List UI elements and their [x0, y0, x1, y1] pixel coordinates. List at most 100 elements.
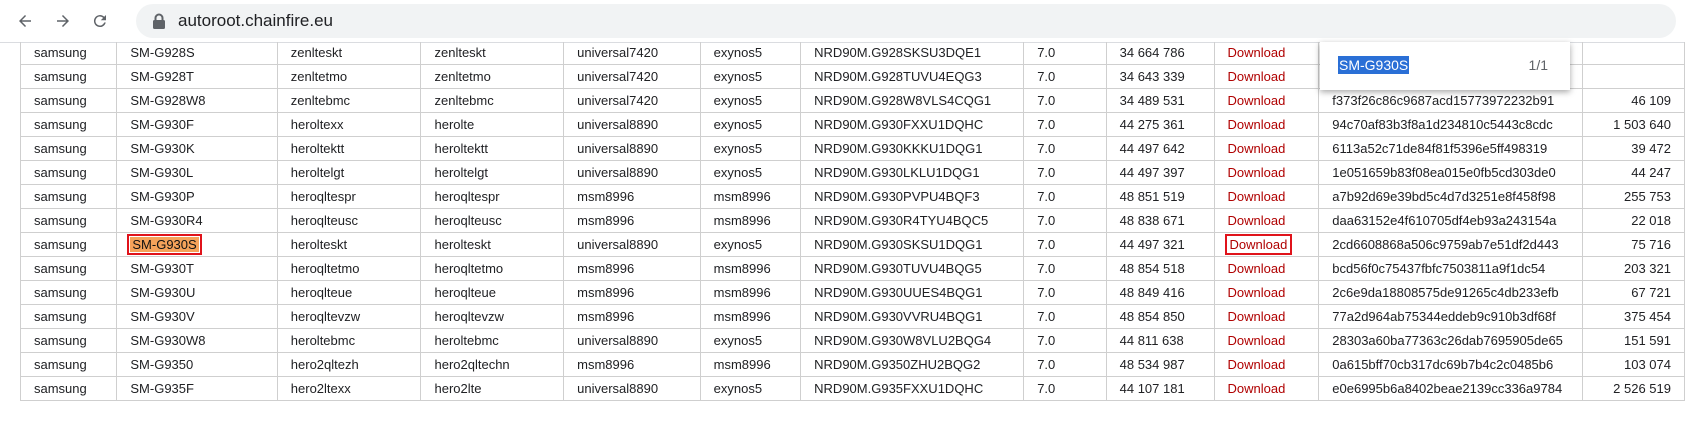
firmware-table-container: samsung SM-G928S zenlteskt zenlteskt univers…	[0, 42, 1685, 434]
table-cell-dev2: herolte	[420, 112, 565, 137]
table-cell-hash: 2c6e9da18808575de91265c4db233efb	[1318, 280, 1583, 305]
table-cell-build: NRD90M.G930TUVU4BQG5	[800, 256, 1025, 281]
table-row: samsung SM-G930V heroqltevzw heroqltevzw msm…	[19, 304, 1685, 329]
table-cell-board: msm8996	[563, 304, 701, 329]
table-cell-board: msm8996	[563, 352, 701, 377]
table-cell-hash: e0e6995b6a8402beae2139cc336a9784	[1318, 376, 1583, 401]
back-button[interactable]	[12, 8, 38, 34]
table-cell-dl[interactable]: Download	[1213, 160, 1320, 185]
download-link[interactable]: Download	[1228, 165, 1286, 180]
table-cell-size: 48 849 416	[1105, 280, 1215, 305]
table-cell-plat: exynos5	[699, 42, 802, 65]
table-cell-dl[interactable]: Download	[1213, 232, 1320, 257]
table-cell-brand: samsung	[19, 232, 118, 257]
table-cell-board: msm8996	[563, 280, 701, 305]
table-cell-hash: 28303a60ba77363c26dab7695905de65	[1318, 328, 1583, 353]
table-row: samsung SM-G930W8 heroltebmc heroltebmc univ…	[19, 328, 1685, 353]
table-cell-model: SM-G9350	[116, 352, 278, 377]
table-cell-dl[interactable]: Download	[1213, 208, 1320, 233]
table-cell-brand: samsung	[19, 184, 118, 209]
table-cell-dl[interactable]: Download	[1213, 184, 1320, 209]
download-link[interactable]: Download	[1228, 381, 1286, 396]
table-cell-dl[interactable]: Download	[1213, 42, 1320, 65]
firmware-table: samsung SM-G928S zenlteskt zenlteskt univers…	[19, 42, 1685, 401]
download-link[interactable]: Download	[1228, 93, 1286, 108]
table-cell-size: 44 275 361	[1105, 112, 1215, 137]
download-link[interactable]: Download	[1228, 45, 1286, 60]
table-cell-dev2: herolteskt	[420, 232, 565, 257]
table-row: samsung SM-G930K heroltektt heroltektt unive…	[19, 136, 1685, 161]
table-cell-build: NRD90M.G930KKKU1DQG1	[800, 136, 1025, 161]
table-cell-dl[interactable]: Download	[1213, 256, 1320, 281]
download-link[interactable]: Download	[1228, 261, 1286, 276]
download-link[interactable]: Download	[1228, 69, 1286, 84]
download-link[interactable]: Download	[1228, 333, 1286, 348]
table-cell-brand: samsung	[19, 112, 118, 137]
table-cell-dev1: zenltetmo	[276, 64, 422, 89]
table-cell-dev2: heroqlteusc	[420, 208, 565, 233]
table-cell-dl[interactable]: Download	[1213, 112, 1320, 137]
table-cell-dev2: zenltetmo	[420, 64, 565, 89]
table-row: samsung SM-G9350 hero2qltezh hero2qltechn ms…	[19, 352, 1685, 377]
table-cell-build: NRD90M.G928W8VLS4CQG1	[800, 88, 1025, 113]
table-row: samsung SM-G928W8 zenltebmc zenltebmc univer…	[19, 88, 1685, 113]
table-cell-dl[interactable]: Download	[1213, 136, 1320, 161]
find-bar: SM-G930S 1/1	[1320, 42, 1570, 90]
table-cell-dev1: heroqlteusc	[276, 208, 422, 233]
table-cell-ver: 7.0	[1023, 112, 1107, 137]
table-cell-dl[interactable]: Download	[1213, 88, 1320, 113]
table-row: samsung SM-G930L heroltelgt heroltelgt unive…	[19, 160, 1685, 185]
download-link[interactable]: Download	[1228, 117, 1286, 132]
download-link[interactable]: Download	[1228, 357, 1286, 372]
table-cell-brand: samsung	[19, 352, 118, 377]
search-highlight: SM-G930S	[127, 234, 202, 255]
address-bar[interactable]: autoroot.chainfire.eu	[136, 4, 1676, 38]
download-link[interactable]: Download	[1228, 213, 1286, 228]
table-cell-dl[interactable]: Download	[1213, 376, 1320, 401]
table-cell-ver: 7.0	[1023, 376, 1107, 401]
forward-button[interactable]	[50, 8, 76, 34]
table-cell-dl[interactable]: Download	[1213, 328, 1320, 353]
table-cell-count: 2 526 519	[1581, 376, 1685, 401]
table-cell-board: universal8890	[563, 160, 701, 185]
table-cell-count: 103 074	[1581, 352, 1685, 377]
table-row: samsung SM-G930F heroltexx herolte universal…	[19, 112, 1685, 137]
table-cell-brand: samsung	[19, 280, 118, 305]
table-cell-dev2: zenltebmc	[420, 88, 565, 113]
arrow-right-icon	[57, 15, 69, 27]
table-cell-dev2: heroqlteue	[420, 280, 565, 305]
table-cell-dev2: heroqltetmo	[420, 256, 565, 281]
table-cell-count	[1581, 42, 1685, 65]
table-cell-plat: exynos5	[699, 64, 802, 89]
table-cell-dl[interactable]: Download	[1213, 64, 1320, 89]
table-cell-ver: 7.0	[1023, 280, 1107, 305]
download-link[interactable]: Download	[1228, 309, 1286, 324]
table-cell-count: 255 753	[1581, 184, 1685, 209]
table-cell-dl[interactable]: Download	[1213, 280, 1320, 305]
table-cell-brand: samsung	[19, 376, 118, 401]
table-cell-dev2: heroqltespr	[420, 184, 565, 209]
table-cell-dl[interactable]: Download	[1213, 352, 1320, 377]
download-link[interactable]: Download	[1228, 189, 1286, 204]
find-match-count: 1/1	[1528, 57, 1548, 73]
table-cell-hash: 1e051659b83f08ea015e0fb5cd303de0	[1318, 160, 1583, 185]
table-cell-ver: 7.0	[1023, 352, 1107, 377]
download-link[interactable]: Download	[1228, 141, 1286, 156]
table-cell-hash: daa63152e4f610705df4eb93a243154a	[1318, 208, 1583, 233]
table-cell-model: SM-G928S	[116, 42, 278, 65]
table-cell-plat: exynos5	[699, 160, 802, 185]
table-cell-dev2: hero2qltechn	[420, 352, 565, 377]
table-cell-board: universal8890	[563, 112, 701, 137]
table-cell-ver: 7.0	[1023, 136, 1107, 161]
download-link[interactable]: Download	[1224, 234, 1293, 255]
find-input[interactable]: SM-G930S	[1338, 56, 1410, 74]
table-cell-dl[interactable]: Download	[1213, 304, 1320, 329]
table-cell-plat: exynos5	[699, 232, 802, 257]
reload-button[interactable]	[87, 8, 113, 34]
table-cell-build: NRD90M.G928TUVU4EQG3	[800, 64, 1025, 89]
table-cell-model: SM-G930F	[116, 112, 278, 137]
table-cell-brand: samsung	[19, 328, 118, 353]
download-link[interactable]: Download	[1228, 285, 1286, 300]
table-cell-size: 48 534 987	[1105, 352, 1215, 377]
table-cell-dev2: hero2lte	[420, 376, 565, 401]
